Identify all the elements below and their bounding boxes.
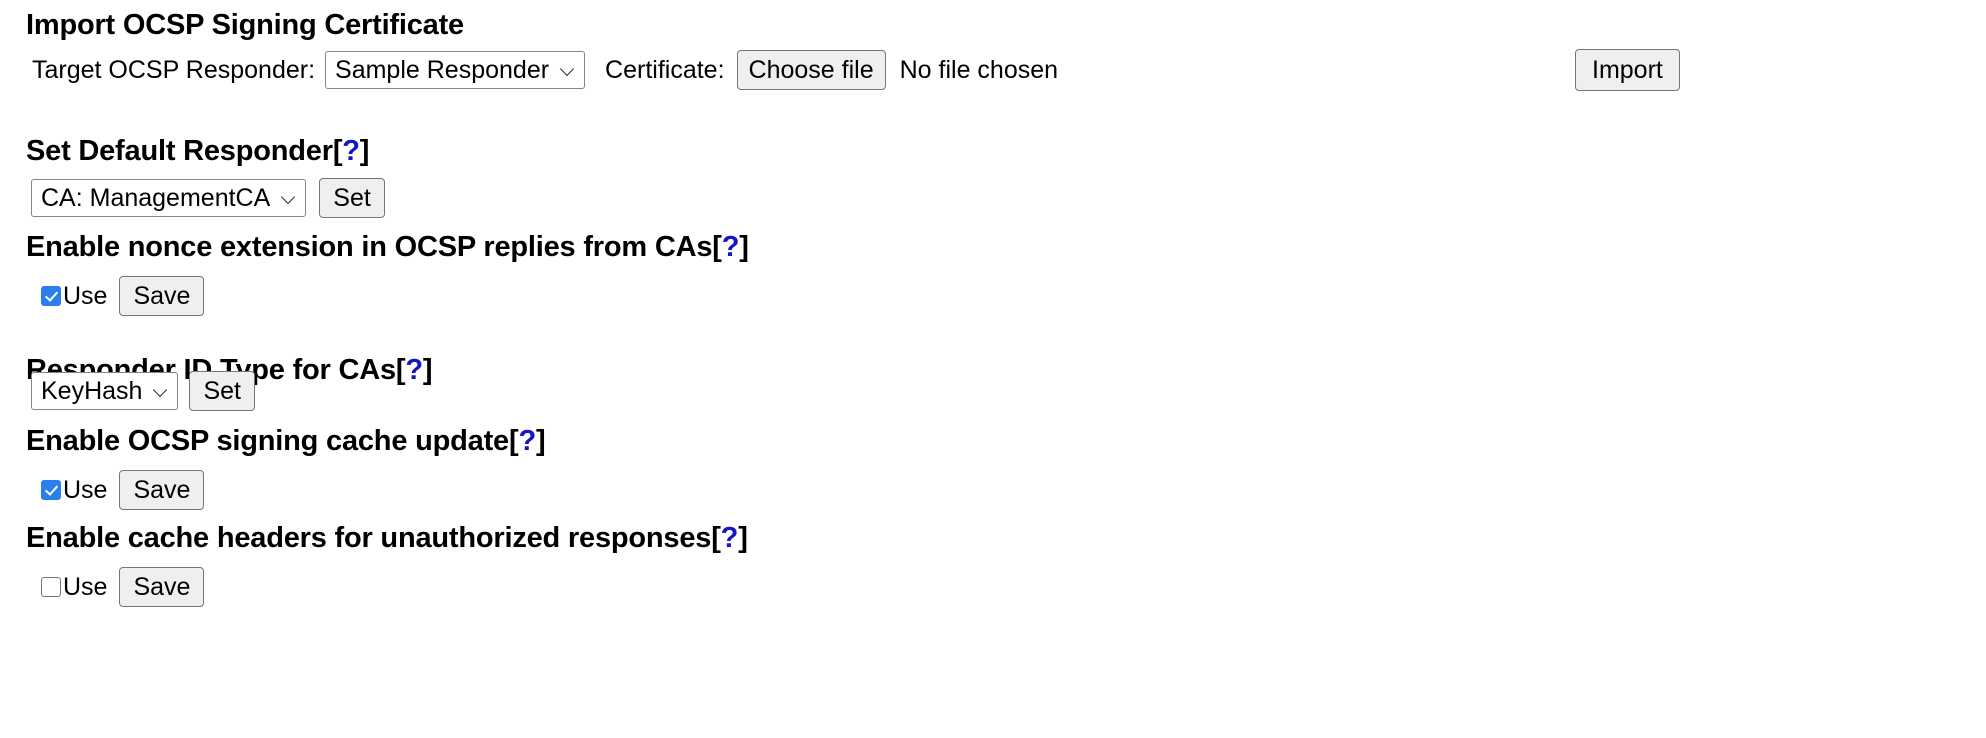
default-responder-value: CA: ManagementCA bbox=[41, 183, 271, 212]
cache-headers-heading: Enable cache headers for unauthorized re… bbox=[26, 524, 748, 553]
signing-cache-update-heading-text: Enable OCSP signing cache update bbox=[26, 425, 509, 457]
nonce-extension-use-checkbox[interactable] bbox=[41, 286, 61, 306]
chevron-down-icon bbox=[154, 383, 170, 399]
default-responder-heading-text: Set Default Responder bbox=[26, 135, 333, 167]
nonce-extension-use-label: Use bbox=[63, 281, 108, 310]
help-marker-responder-id-type[interactable]: [?] bbox=[395, 354, 433, 386]
help-bracket-open: [ bbox=[712, 231, 722, 263]
default-responder-heading: Set Default Responder[?] bbox=[26, 137, 369, 166]
cache-headers-use-label: Use bbox=[63, 572, 108, 601]
help-bracket-open: [ bbox=[711, 522, 721, 554]
help-bracket-close: ] bbox=[738, 522, 748, 554]
help-question-icon: ? bbox=[721, 231, 740, 263]
nonce-extension-heading-text: Enable nonce extension in OCSP replies f… bbox=[26, 231, 713, 263]
help-bracket-close: ] bbox=[535, 425, 546, 457]
set-default-responder-button[interactable]: Set bbox=[319, 178, 385, 218]
certificate-label: Certificate: bbox=[605, 55, 725, 84]
certificate-file-input[interactable]: Choose file No file chosen bbox=[736, 50, 1059, 90]
help-bracket-close: ] bbox=[359, 135, 370, 167]
target-ocsp-responder-select[interactable]: Sample Responder bbox=[325, 51, 586, 89]
help-marker-signing-cache-update[interactable]: [?] bbox=[509, 425, 546, 457]
target-ocsp-responder-value: Sample Responder bbox=[335, 55, 550, 84]
import-certificate-controls-row: Target OCSP Responder: Sample Responder … bbox=[32, 50, 1058, 90]
default-responder-select[interactable]: CA: ManagementCA bbox=[31, 179, 307, 217]
default-responder-heading-wrap: Set Default Responder[?] bbox=[26, 137, 369, 166]
help-marker-cache-headers[interactable]: [?] bbox=[711, 522, 748, 554]
signing-cache-update-controls-row: Use Save bbox=[41, 470, 205, 510]
cache-headers-use-checkbox[interactable] bbox=[41, 577, 61, 597]
nonce-extension-controls-row: Use Save bbox=[41, 276, 205, 316]
cache-headers-heading-wrap: Enable cache headers for unauthorized re… bbox=[26, 524, 748, 553]
help-question-icon: ? bbox=[342, 135, 360, 167]
signing-cache-update-use-label: Use bbox=[63, 475, 108, 504]
choose-file-button[interactable]: Choose file bbox=[736, 50, 886, 90]
import-certificate-heading-wrap: Import OCSP Signing Certificate bbox=[26, 11, 464, 40]
signing-cache-update-heading-wrap: Enable OCSP signing cache update[?] bbox=[26, 425, 546, 457]
signing-cache-update-heading: Enable OCSP signing cache update[?] bbox=[26, 425, 546, 457]
help-bracket-open: [ bbox=[395, 354, 406, 386]
ocsp-configuration-page: Import OCSP Signing Certificate Target O… bbox=[0, 0, 1986, 738]
signing-cache-update-use-checkbox[interactable] bbox=[41, 480, 61, 500]
help-question-icon: ? bbox=[720, 522, 739, 554]
responder-id-type-controls-row: KeyHash Set bbox=[31, 371, 255, 411]
target-responder-label: Target OCSP Responder: bbox=[32, 55, 316, 84]
cache-headers-save-button[interactable]: Save bbox=[119, 567, 205, 607]
chevron-down-icon bbox=[282, 190, 298, 206]
nonce-extension-heading: Enable nonce extension in OCSP replies f… bbox=[26, 233, 749, 262]
nonce-extension-heading-wrap: Enable nonce extension in OCSP replies f… bbox=[26, 233, 749, 262]
cache-headers-heading-text: Enable cache headers for unauthorized re… bbox=[26, 522, 712, 554]
help-question-icon: ? bbox=[405, 354, 423, 386]
responder-id-type-select[interactable]: KeyHash bbox=[31, 372, 179, 410]
help-bracket-open: [ bbox=[332, 135, 343, 167]
help-bracket-close: ] bbox=[422, 354, 433, 386]
help-marker-default-responder[interactable]: [?] bbox=[332, 135, 370, 167]
nonce-extension-save-button[interactable]: Save bbox=[119, 276, 205, 316]
default-responder-controls-row: CA: ManagementCA Set bbox=[31, 178, 385, 218]
import-button[interactable]: Import bbox=[1575, 49, 1680, 91]
signing-cache-update-save-button[interactable]: Save bbox=[119, 470, 205, 510]
import-button-wrap: Import bbox=[1575, 49, 1680, 91]
help-marker-nonce-extension[interactable]: [?] bbox=[712, 231, 749, 263]
responder-id-type-value: KeyHash bbox=[41, 376, 143, 405]
set-responder-id-type-button[interactable]: Set bbox=[189, 371, 255, 411]
help-question-icon: ? bbox=[518, 425, 536, 457]
help-bracket-close: ] bbox=[739, 231, 749, 263]
chevron-down-icon bbox=[561, 62, 577, 78]
import-certificate-heading: Import OCSP Signing Certificate bbox=[26, 9, 464, 41]
cache-headers-controls-row: Use Save bbox=[41, 567, 205, 607]
file-chosen-status: No file chosen bbox=[899, 55, 1059, 84]
